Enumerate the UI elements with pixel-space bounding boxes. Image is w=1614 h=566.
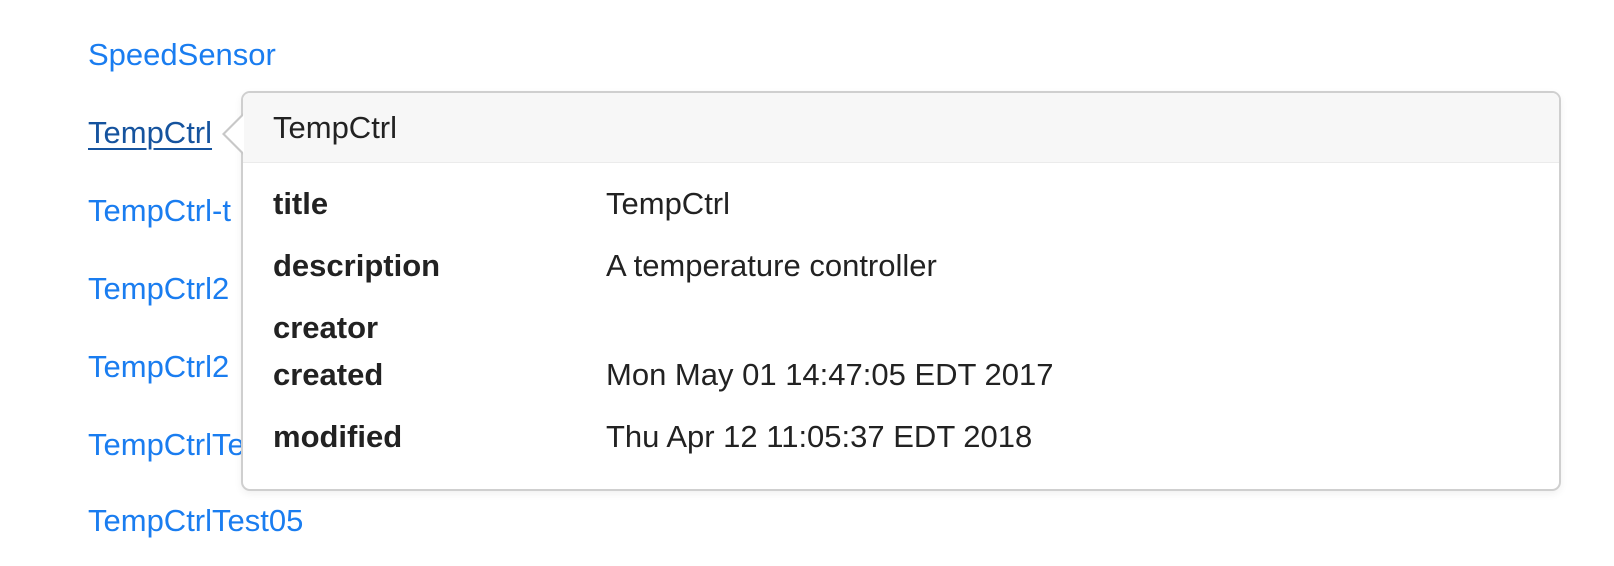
- property-key: title: [273, 186, 329, 221]
- link-tempctrltest05[interactable]: TempCtrlTest05: [88, 503, 303, 539]
- property-key: description: [273, 248, 441, 283]
- link-tempctrl-t[interactable]: TempCtrl-t: [88, 193, 231, 229]
- popover-title: TempCtrl: [243, 93, 1559, 163]
- property-row-description: description A temperature controller: [273, 248, 1523, 284]
- link-tempctrltest[interactable]: TempCtrlTe: [88, 427, 245, 463]
- property-row-title: title TempCtrl: [273, 186, 1523, 222]
- link-tempctrl[interactable]: TempCtrl: [88, 115, 212, 151]
- property-row-creator: creator: [273, 310, 1523, 346]
- property-key: modified: [273, 419, 403, 454]
- link-tempctrl2-a[interactable]: TempCtrl2: [88, 271, 229, 307]
- link-tempctrl2-b[interactable]: TempCtrl2: [88, 349, 229, 385]
- property-key: creator: [273, 310, 379, 345]
- link-speedsensor[interactable]: SpeedSensor: [88, 37, 276, 73]
- property-value: Thu Apr 12 11:05:37 EDT 2018: [606, 419, 1033, 454]
- details-popover: TempCtrl title TempCtrl description A te…: [222, 91, 1561, 491]
- popover-arrow-fill: [225, 115, 244, 153]
- property-value: Mon May 01 14:47:05 EDT 2017: [606, 357, 1054, 392]
- property-row-created: created Mon May 01 14:47:05 EDT 2017: [273, 357, 1523, 393]
- property-key: created: [273, 357, 384, 392]
- property-value: TempCtrl: [606, 186, 731, 221]
- property-value: A temperature controller: [606, 248, 937, 283]
- property-row-modified: modified Thu Apr 12 11:05:37 EDT 2018: [273, 419, 1523, 455]
